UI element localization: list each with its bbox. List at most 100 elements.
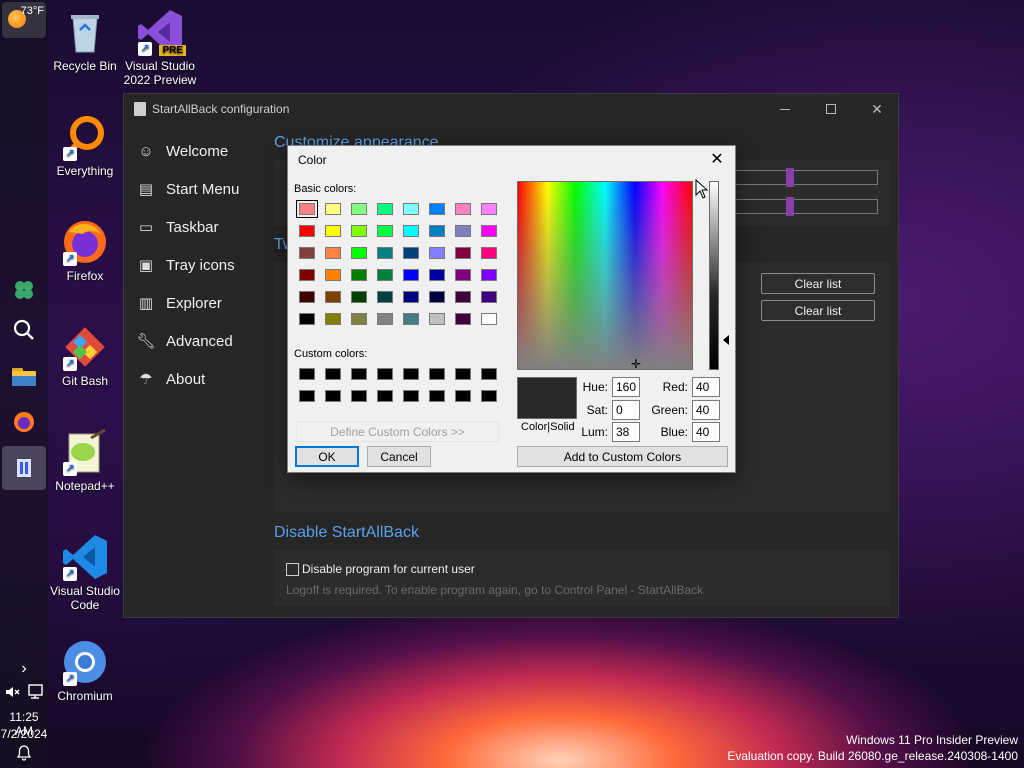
color-swatch[interactable] [325, 390, 341, 402]
color-swatch[interactable] [403, 368, 419, 380]
dialog-close-button[interactable]: ✕ [705, 148, 729, 170]
color-swatch[interactable] [403, 390, 419, 402]
color-swatch[interactable] [403, 225, 419, 237]
color-swatch[interactable] [299, 247, 315, 259]
startallback-taskbar-button[interactable] [2, 446, 46, 490]
color-swatch[interactable] [377, 291, 393, 303]
sidebar-item-explorer[interactable]: ▥ Explorer [134, 284, 264, 322]
color-swatch[interactable] [481, 313, 497, 325]
desktop-icon-everything[interactable]: ↗ Everything [43, 113, 127, 178]
luminosity-pointer-icon[interactable] [723, 335, 729, 345]
color-swatch[interactable] [403, 313, 419, 325]
sidebar-item-welcome[interactable]: ☺ Welcome [134, 132, 264, 170]
clear-list-button-1[interactable]: Clear list [761, 273, 875, 294]
show-hidden-icons-button[interactable]: › [0, 656, 48, 682]
desktop-icon-notepad-plus-plus[interactable]: ↗ Notepad++ [43, 428, 127, 493]
desktop-icon-firefox[interactable]: ↗ Firefox [43, 218, 127, 283]
cancel-button[interactable]: Cancel [367, 446, 431, 467]
color-swatch[interactable] [429, 313, 445, 325]
add-to-custom-colors-button[interactable]: Add to Custom Colors [517, 446, 728, 467]
desktop-icon-git-bash[interactable]: ↗ Git Bash [43, 323, 127, 388]
color-swatch[interactable] [481, 368, 497, 380]
hue-input[interactable]: 160 [612, 377, 640, 397]
color-swatch[interactable] [429, 225, 445, 237]
color-swatch[interactable] [481, 203, 497, 215]
color-swatch[interactable] [403, 291, 419, 303]
color-swatch[interactable] [455, 390, 471, 402]
color-swatch[interactable] [325, 269, 341, 281]
color-swatch[interactable] [403, 203, 419, 215]
luminosity-slider[interactable] [709, 181, 719, 370]
color-swatch[interactable] [481, 269, 497, 281]
firefox-taskbar-button[interactable] [0, 400, 48, 444]
color-swatch[interactable] [325, 203, 341, 215]
desktop-icon-chromium[interactable]: ↗ Chromium [43, 638, 127, 703]
color-swatch[interactable] [377, 368, 393, 380]
color-swatch[interactable] [429, 247, 445, 259]
network-icon[interactable] [26, 684, 44, 700]
color-swatch[interactable] [377, 390, 393, 402]
color-spectrum[interactable] [517, 181, 693, 370]
close-button[interactable]: ✕ [854, 94, 900, 124]
color-swatch[interactable] [351, 390, 367, 402]
disable-program-checkbox[interactable] [286, 563, 299, 576]
color-swatch[interactable] [455, 313, 471, 325]
color-swatch[interactable] [351, 291, 367, 303]
color-swatch[interactable] [429, 390, 445, 402]
color-swatch[interactable] [325, 291, 341, 303]
color-swatch[interactable] [455, 203, 471, 215]
color-swatch[interactable] [403, 269, 419, 281]
color-swatch[interactable] [351, 203, 367, 215]
clock-date[interactable]: 7/2/2024 [0, 727, 48, 741]
color-swatch[interactable] [377, 269, 393, 281]
color-swatch[interactable] [351, 247, 367, 259]
color-swatch[interactable] [351, 269, 367, 281]
color-swatch[interactable] [403, 247, 419, 259]
minimize-button[interactable] [762, 94, 808, 124]
maximize-button[interactable] [808, 94, 854, 124]
color-swatch[interactable] [299, 390, 315, 402]
color-swatch[interactable] [429, 269, 445, 281]
speaker-muted-icon[interactable] [4, 684, 20, 700]
sidebar-item-advanced[interactable]: 🔧︎ Advanced [134, 322, 264, 360]
color-swatch[interactable] [481, 390, 497, 402]
sidebar-item-about[interactable]: ☂ About [134, 360, 264, 398]
color-swatch[interactable] [377, 203, 393, 215]
sidebar-item-taskbar[interactable]: ▭ Taskbar [134, 208, 264, 246]
color-swatch[interactable] [351, 368, 367, 380]
color-swatch[interactable] [455, 291, 471, 303]
weather-widget[interactable]: 73°F [2, 2, 46, 38]
sidebar-item-tray-icons[interactable]: ▣ Tray icons [134, 246, 264, 284]
color-swatch[interactable] [296, 200, 318, 218]
desktop-icon-recycle-bin[interactable]: Recycle Bin [43, 8, 127, 73]
color-swatch[interactable] [455, 269, 471, 281]
color-swatch[interactable] [455, 225, 471, 237]
color-swatch[interactable] [351, 313, 367, 325]
color-swatch[interactable] [429, 291, 445, 303]
clear-list-button-2[interactable]: Clear list [761, 300, 875, 321]
desktop-icon-visual-studio[interactable]: PRE ↗ Visual Studio 2022 Preview [118, 8, 202, 87]
ok-button[interactable]: OK [295, 446, 359, 467]
color-swatch[interactable] [351, 225, 367, 237]
red-input[interactable]: 40 [692, 377, 720, 397]
color-swatch[interactable] [377, 313, 393, 325]
color-swatch[interactable] [429, 368, 445, 380]
lum-input[interactable]: 38 [612, 422, 640, 442]
slider-thumb-1[interactable] [786, 168, 794, 187]
disable-program-label[interactable]: Disable program for current user [302, 562, 475, 576]
green-input[interactable]: 40 [692, 400, 720, 420]
color-swatch[interactable] [299, 225, 315, 237]
color-swatch[interactable] [481, 225, 497, 237]
color-swatch[interactable] [455, 368, 471, 380]
color-swatch[interactable] [299, 269, 315, 281]
slider-thumb-2[interactable] [786, 197, 794, 216]
sidebar-item-start-menu[interactable]: ▤ Start Menu [134, 170, 264, 208]
color-swatch[interactable] [325, 368, 341, 380]
notification-bell-icon[interactable] [16, 745, 32, 766]
color-swatch[interactable] [325, 225, 341, 237]
file-explorer-button[interactable] [0, 354, 48, 398]
color-swatch[interactable] [299, 368, 315, 380]
color-swatch[interactable] [455, 247, 471, 259]
color-swatch[interactable] [299, 313, 315, 325]
desktop-icon-vscode[interactable]: ↗ Visual Studio Code [43, 533, 127, 612]
